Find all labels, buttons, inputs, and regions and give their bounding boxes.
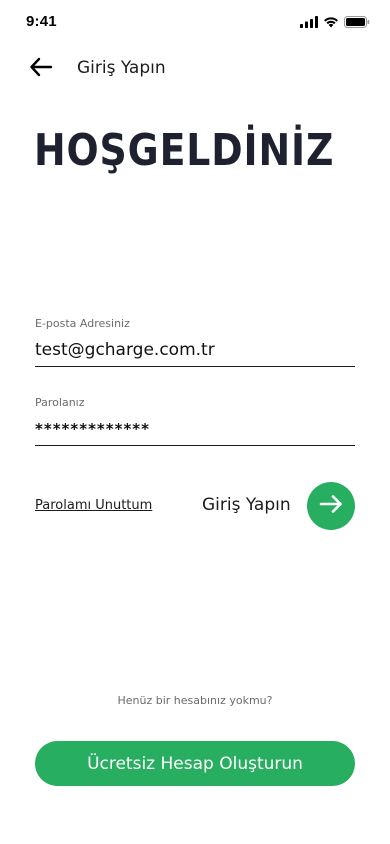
email-input[interactable]: [35, 338, 355, 362]
arrow-right-icon: [319, 493, 343, 519]
status-bar: 9:41: [0, 0, 390, 44]
welcome-heading: HOŞGELDİNİZ: [34, 125, 335, 176]
password-input[interactable]: [35, 417, 355, 441]
battery-icon: [344, 13, 370, 32]
wifi-icon: [323, 13, 339, 32]
password-underline: [35, 445, 355, 446]
login-submit-button[interactable]: [307, 482, 355, 530]
create-account-button[interactable]: Ücretsiz Hesap Oluşturun: [35, 741, 355, 786]
navigation-bar: Giriş Yapın: [0, 48, 390, 88]
password-label: Parolanız: [35, 396, 85, 409]
login-label[interactable]: Giriş Yapın: [202, 495, 291, 515]
email-underline: [35, 366, 355, 367]
status-time: 9:41: [26, 13, 57, 30]
no-account-prompt: Henüz bir hesabınız yokmu?: [117, 694, 273, 707]
forgot-password-link[interactable]: Parolamı Unuttum: [35, 498, 152, 513]
cellular-signal-icon: [300, 13, 318, 32]
back-button[interactable]: [26, 54, 56, 84]
email-label: E-posta Adresiniz: [35, 317, 130, 330]
status-icons: [300, 15, 370, 29]
page-title: Giriş Yapın: [77, 58, 166, 78]
password-field: Parolanız: [35, 396, 355, 446]
email-field: E-posta Adresiniz: [35, 317, 355, 367]
arrow-left-icon: [29, 57, 53, 81]
